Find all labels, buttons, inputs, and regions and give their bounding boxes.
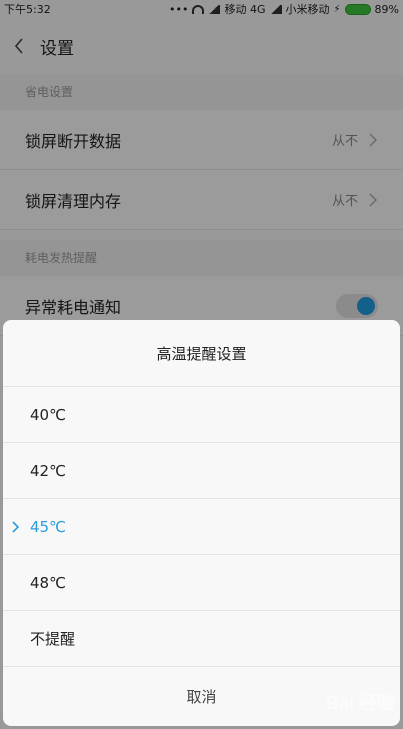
option-label: 45℃ bbox=[30, 517, 66, 536]
cancel-button[interactable]: 取消 bbox=[186, 686, 216, 707]
option-label: 40℃ bbox=[30, 405, 66, 424]
option-label: 不提醒 bbox=[30, 630, 76, 648]
option-label: 42℃ bbox=[30, 461, 66, 480]
option-no-alert[interactable]: 不提醒 bbox=[3, 611, 400, 667]
option-45[interactable]: 45℃ bbox=[3, 499, 400, 555]
selected-chevron-icon bbox=[12, 520, 20, 533]
option-42[interactable]: 42℃ bbox=[3, 443, 400, 499]
option-48[interactable]: 48℃ bbox=[3, 555, 400, 611]
temperature-alert-dialog: 高温提醒设置 40℃ 42℃ 45℃ 48℃ 不提醒 取消 bbox=[3, 320, 400, 726]
option-40[interactable]: 40℃ bbox=[3, 387, 400, 443]
dialog-title: 高温提醒设置 bbox=[3, 320, 400, 387]
baidu-watermark: Bai 经验 bbox=[325, 693, 395, 713]
option-label: 48℃ bbox=[30, 573, 66, 592]
